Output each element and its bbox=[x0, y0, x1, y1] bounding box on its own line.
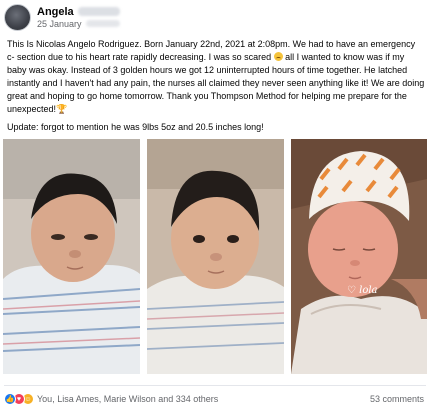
facebook-post: Angela 25 January This Is Nicolas Angelo… bbox=[0, 0, 430, 411]
comments-count[interactable]: 53 comments bbox=[370, 394, 424, 404]
worried-face-emoji-icon bbox=[273, 52, 283, 61]
post-header: Angela 25 January bbox=[4, 2, 424, 32]
post-timestamp[interactable]: 25 January bbox=[37, 19, 82, 29]
newborn-photo-hat[interactable]: ♡ lola bbox=[291, 139, 427, 374]
redacted-meta bbox=[85, 20, 120, 27]
photo-watermark: ♡ lola bbox=[347, 285, 378, 296]
reactors-text[interactable]: You, Lisa Ames, Marie Wilson and 334 oth… bbox=[37, 394, 218, 404]
like-icon: 👍 bbox=[4, 393, 16, 405]
newborn-photo-swaddled[interactable] bbox=[3, 139, 140, 374]
author-name-row: Angela bbox=[37, 6, 120, 18]
post-paragraph-main: This Is Nicolas Angelo Rodriguez. Born J… bbox=[7, 38, 425, 116]
newborn-photo-closeup[interactable] bbox=[147, 139, 284, 374]
author-meta: Angela 25 January bbox=[37, 6, 120, 29]
author-avatar[interactable] bbox=[4, 3, 31, 31]
redacted-surname bbox=[77, 7, 120, 16]
post-update-paragraph: Update: forgot to mention he was 9lbs 5o… bbox=[7, 122, 264, 132]
trophy-emoji-icon: 🏆 bbox=[56, 104, 68, 114]
post-meta-row: 25 January bbox=[37, 19, 120, 29]
post-divider bbox=[4, 385, 426, 386]
reactions-summary[interactable]: 👍 ♥ ☺ You, Lisa Ames, Marie Wilson and 3… bbox=[4, 393, 218, 405]
author-name[interactable]: Angela bbox=[37, 6, 74, 18]
post-body: This Is Nicolas Angelo Rodriguez. Born J… bbox=[7, 38, 425, 139]
reactions-bar: 👍 ♥ ☺ You, Lisa Ames, Marie Wilson and 3… bbox=[4, 391, 424, 407]
